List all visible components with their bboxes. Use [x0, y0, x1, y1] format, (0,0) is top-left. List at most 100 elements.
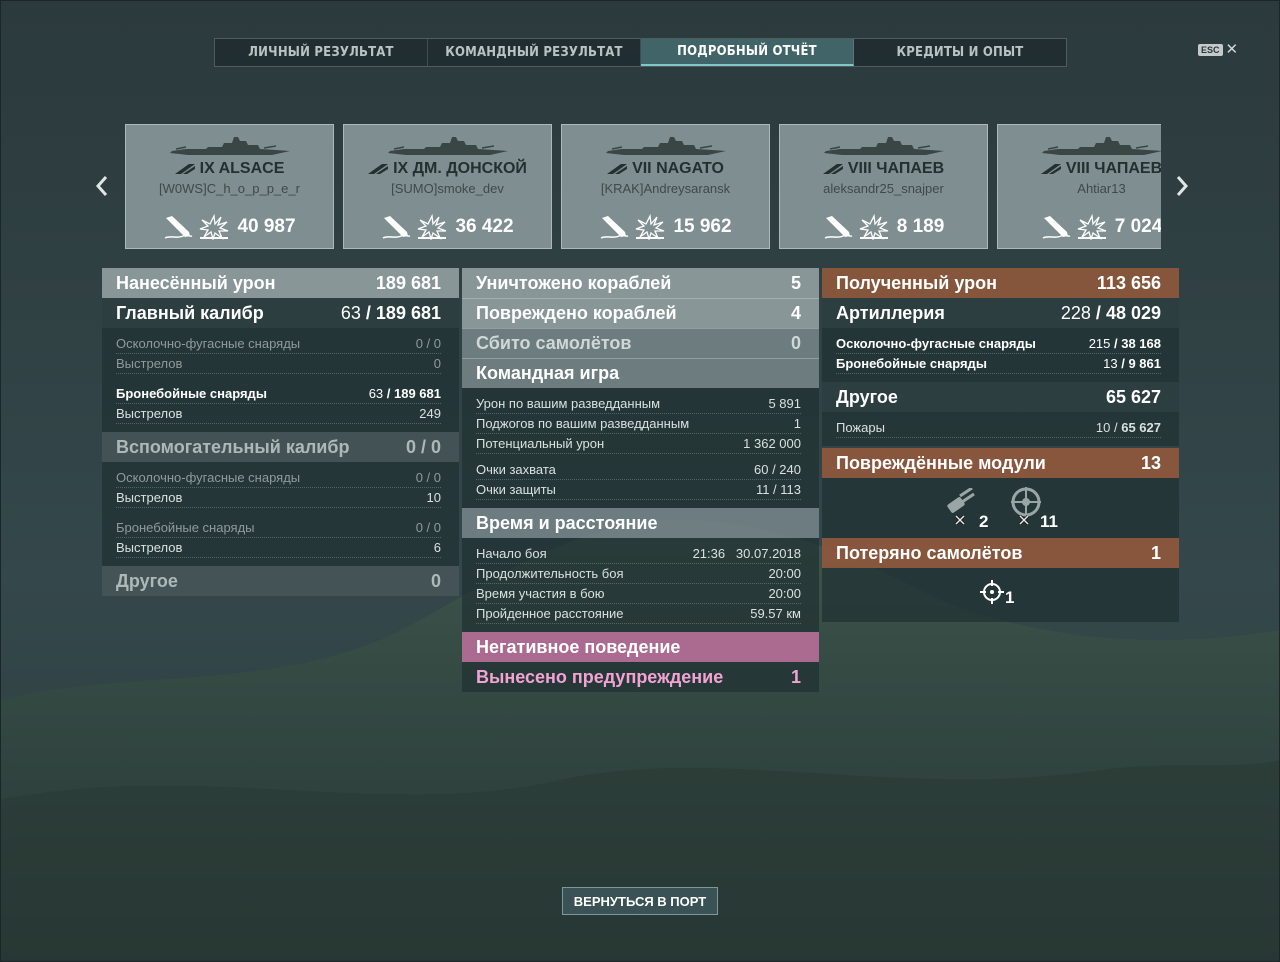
damage-value: 7 024 — [1114, 216, 1161, 237]
damage-explosion-icon — [1077, 214, 1106, 240]
damage-row: 8 189 — [780, 213, 987, 241]
player-name: [W0WS]C_h_o_p_p_e_r — [159, 181, 300, 196]
ship-silhouette-icon — [170, 137, 290, 155]
ship-card[interactable]: VIII ЧАПАЕВ Ahtiar13 7 024 — [997, 124, 1161, 249]
ship-card[interactable]: VII NAGATO [KRAK]Andreysaransk 15 962 — [561, 124, 770, 249]
damage-explosion-icon — [636, 214, 665, 240]
other-damage-header: Другое 0 — [102, 566, 459, 596]
stat-row: Выстрелов 249 — [116, 404, 441, 424]
ship-silhouette-icon — [388, 137, 508, 155]
ship-card[interactable]: IX ALSACE [W0WS]C_h_o_p_p_e_r 40 987 — [125, 124, 334, 249]
player-name: Ahtiar13 — [1077, 181, 1126, 196]
main-caliber-header: Главный калибр 63 / 189 681 — [102, 298, 459, 328]
player-name: aleksandr25_snajper — [823, 181, 944, 196]
crosshair-icon — [980, 580, 1004, 604]
damage-explosion-icon — [418, 214, 447, 240]
player-name: [KRAK]Andreysaransk — [600, 181, 731, 196]
stat-row: Урон по вашим разведданным 5 891 — [476, 394, 801, 414]
stat-row: Пожары 10 / 65 627 — [836, 418, 1161, 438]
prev-arrow-button[interactable] — [94, 174, 110, 198]
damage-value: 15 962 — [673, 216, 732, 237]
stat-row: Выстрелов 0 — [116, 354, 441, 374]
damaged-ships-header: Повреждено кораблей 4 — [462, 298, 819, 328]
damaged-modules-header: Повреждённые модули 13 — [822, 448, 1179, 478]
tab-credits-xp[interactable]: КРЕДИТЫ И ОПЫТ — [854, 39, 1066, 66]
team-play-header: Командная игра — [462, 358, 819, 388]
tab-bar: ЛИЧНЫЙ РЕЗУЛЬТАТ КОМАНДНЫЙ РЕЗУЛЬТАТ ПОД… — [214, 38, 1067, 67]
battleship-type-icon — [822, 164, 843, 174]
ship-card[interactable]: VIII ЧАПАЕВ aleksandr25_snajper 8 189 — [779, 124, 988, 249]
battleship-type-icon — [368, 164, 389, 174]
ship-silhouette-icon — [606, 137, 726, 155]
lost-planes-header: Потеряно самолётов 1 — [822, 538, 1179, 568]
stat-row: Осколочно-фугасные снаряды 215 / 38 168 — [836, 334, 1161, 354]
ship-name: VIII ЧАПАЕВ — [780, 159, 987, 179]
stat-row: Осколочно-фугасные снаряды 0 / 0 — [116, 334, 441, 354]
ship-silhouette-icon — [824, 137, 944, 155]
steering-damaged-count: 11 — [1040, 512, 1058, 531]
stat-row: Бронебойные снаряды 63 / 189 681 — [116, 384, 441, 404]
combat-column: Уничтожено кораблей 5 Повреждено кораблей… — [462, 268, 819, 692]
sunk-ship-icon — [383, 216, 411, 239]
stat-row: Начало боя 21:36 30.07.2018 — [476, 544, 801, 564]
team-play-details: Урон по вашим разведданным 5 891 Поджогов… — [462, 388, 819, 508]
secondary-caliber-details: Осколочно-фугасные снаряды 0 / 0 Выстрело… — [102, 462, 459, 566]
tab-detailed-report[interactable]: ПОДРОБНЫЙ ОТЧЁТ — [641, 39, 854, 66]
stat-row: Очки защиты 11 / 113 — [476, 480, 801, 500]
ship-name-label: IX ДМ. ДОНСКОЙ — [393, 160, 527, 177]
stat-row: Продолжительность боя 20:00 — [476, 564, 801, 584]
stat-row: Бронебойные снаряды 13 / 9 861 — [836, 354, 1161, 374]
stat-row: Бронебойные снаряды 0 / 0 — [116, 518, 441, 538]
stat-row: Выстрелов 10 — [116, 488, 441, 508]
stat-row: Выстрелов 6 — [116, 538, 441, 558]
sunk-ship-icon — [824, 216, 853, 239]
other-received-header: Другое 65 627 — [822, 382, 1179, 412]
received-damage-column: Полученный урон 113 656 Артиллерия 228 / … — [822, 268, 1179, 622]
tab-personal-result[interactable]: ЛИЧНЫЙ РЕЗУЛЬТАТ — [215, 39, 428, 66]
lost-planes-icons: 1 — [822, 568, 1179, 622]
damage-value: 36 422 — [455, 216, 514, 237]
stat-row: Поджогов по вашим разведданным 1 — [476, 414, 801, 434]
main-caliber-details: Осколочно-фугасные снаряды 0 / 0 Выстрело… — [102, 328, 459, 432]
battleship-type-icon — [1040, 164, 1061, 174]
negative-behavior-header: Негативное поведение — [462, 632, 819, 662]
ship-name: VIII ЧАПАЕВ — [998, 159, 1161, 179]
sunk-ship-icon — [601, 216, 629, 239]
damage-value: 40 987 — [237, 216, 296, 237]
secondary-caliber-header: Вспомогательный калибр 0 / 0 — [102, 432, 459, 462]
damage-value: 8 189 — [896, 216, 945, 237]
chevron-right-icon — [1176, 176, 1189, 196]
next-arrow-button[interactable] — [1174, 174, 1190, 198]
ship-card[interactable]: IX ДМ. ДОНСКОЙ [SUMO]smoke_dev 36 422 — [343, 124, 552, 249]
artillery-header: Артиллерия 228 / 48 029 — [822, 298, 1179, 328]
other-received-details: Пожары 10 / 65 627 — [822, 412, 1179, 446]
stat-row: Пройденное расстояние 59.57 км — [476, 604, 801, 624]
dealt-damage-header: Нанесённый урон 189 681 — [102, 268, 459, 298]
ship-cards-carousel: IX ALSACE [W0WS]C_h_o_p_p_e_r 40 987 IX … — [124, 124, 1161, 249]
aa-count: 1 — [1005, 588, 1015, 607]
stat-row: Потенциальный урон 1 362 000 — [476, 434, 801, 454]
stat-row: Очки захвата 60 / 240 — [476, 460, 801, 480]
close-icon: ✕ — [1225, 41, 1239, 58]
player-name: [SUMO]smoke_dev — [391, 181, 504, 196]
dealt-damage-column: Нанесённый урон 189 681 Главный калибр 63… — [102, 268, 459, 596]
damage-explosion-icon — [859, 214, 888, 240]
ship-name-label: VII NAGATO — [632, 160, 724, 177]
time-distance-header: Время и расстояние — [462, 508, 819, 538]
close-button[interactable]: ESC ✕ — [1198, 42, 1238, 57]
ship-name: VII NAGATO — [562, 159, 769, 179]
stat-row: Время участия в бою 20:00 — [476, 584, 801, 604]
received-damage-header: Полученный урон 113 656 — [822, 268, 1179, 298]
return-to-port-button[interactable]: ВЕРНУТЬСЯ В ПОРТ — [562, 887, 718, 915]
damage-row: 40 987 — [126, 213, 333, 241]
destroyed-ships-header: Уничтожено кораблей 5 — [462, 268, 819, 298]
damage-explosion-icon — [200, 214, 229, 240]
artillery-details: Осколочно-фугасные снаряды 215 / 38 168 Б… — [822, 328, 1179, 382]
tab-team-result[interactable]: КОМАНДНЫЙ РЕЗУЛЬТАТ — [428, 39, 641, 66]
battleship-type-icon — [174, 164, 195, 174]
damage-row: 7 024 — [998, 213, 1161, 241]
ship-name: IX ALSACE — [126, 159, 333, 179]
damage-row: 36 422 — [344, 213, 551, 241]
ship-name-label: VIII ЧАПАЕВ — [1065, 160, 1161, 177]
sunk-ship-icon — [1042, 216, 1071, 239]
